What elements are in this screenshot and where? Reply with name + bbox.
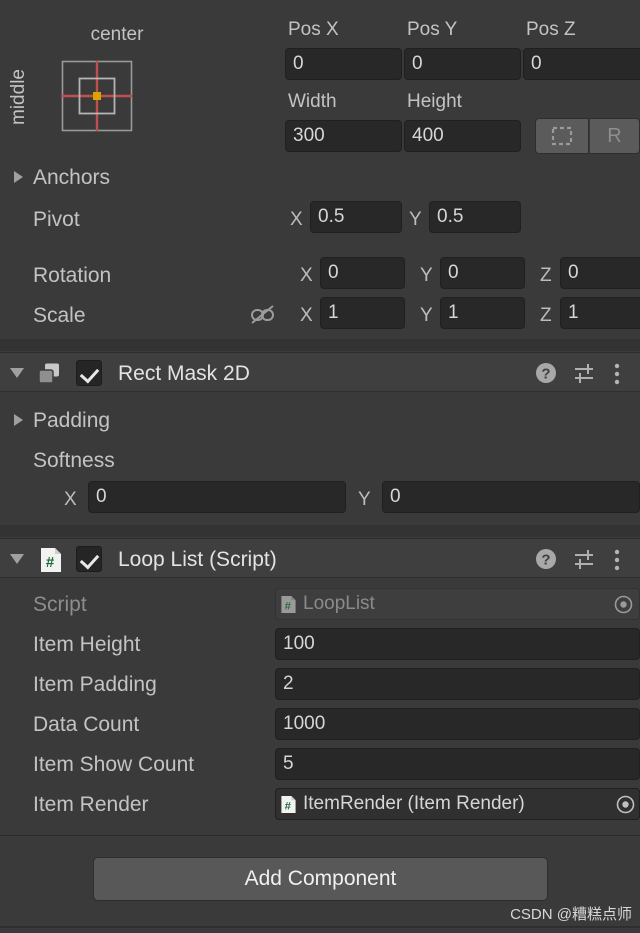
rotation-x-input[interactable]: 0 — [320, 257, 405, 289]
section-divider — [0, 525, 640, 537]
softness-y-axis-label: Y — [358, 489, 371, 510]
pos-x-label: Pos X — [288, 19, 339, 40]
loop-list-title: Loop List (Script) — [118, 548, 277, 571]
preset-settings-icon[interactable] — [573, 549, 597, 571]
context-menu-icon[interactable] — [613, 363, 621, 385]
scale-x-axis-label: X — [300, 305, 313, 326]
width-label: Width — [288, 91, 337, 112]
pivot-y-input[interactable]: 0.5 — [429, 201, 521, 233]
softness-label: Softness — [33, 449, 115, 472]
rotation-label: Rotation — [33, 264, 112, 287]
softness-x-input[interactable]: 0 — [88, 481, 346, 513]
add-component-button[interactable]: Add Component — [93, 857, 548, 901]
scale-z-input[interactable]: 1 — [560, 297, 640, 329]
svg-text:?: ? — [541, 552, 550, 569]
svg-text:?: ? — [541, 366, 550, 383]
anchors-label[interactable]: Anchors — [33, 167, 110, 188]
rotation-z-input[interactable]: 0 — [560, 257, 640, 289]
svg-text:#: # — [46, 554, 55, 571]
item-render-label: Item Render — [33, 793, 149, 816]
rect-mask-2d-header[interactable]: Rect Mask 2D ? — [0, 352, 640, 392]
constrain-proportions-off-icon[interactable] — [248, 302, 278, 328]
script-object-value: LoopList — [303, 593, 375, 614]
item-show-count-label: Item Show Count — [33, 753, 195, 776]
item-render-object-value: ItemRender (Item Render) — [303, 793, 525, 814]
help-icon[interactable]: ? — [534, 547, 558, 571]
anchor-preset-vertical-label: middle — [7, 69, 29, 125]
loop-list-enabled-checkbox[interactable] — [76, 546, 102, 572]
loop-list-foldout-arrow-icon[interactable] — [10, 554, 24, 564]
item-height-input[interactable]: 100 — [275, 628, 640, 660]
rect-transform-section: center middle Pos X Pos Y Pos Z 0 0 0 Wi… — [0, 0, 640, 338]
pivot-y-axis-label: Y — [409, 209, 422, 230]
data-count-label: Data Count — [33, 713, 140, 736]
anchors-foldout-arrow-icon[interactable] — [14, 171, 23, 183]
scale-y-input[interactable]: 1 — [440, 297, 525, 329]
pos-z-input[interactable]: 0 — [523, 48, 640, 80]
pos-z-label: Pos Z — [526, 19, 576, 40]
pivot-x-axis-label: X — [290, 209, 303, 230]
data-count-input[interactable]: 1000 — [275, 708, 640, 740]
scale-x-input[interactable]: 1 — [320, 297, 405, 329]
dashed-rect-icon — [551, 126, 573, 146]
anchor-preset-diagram-icon — [61, 60, 133, 132]
scale-y-axis-label: Y — [420, 305, 433, 326]
height-label: Height — [407, 91, 462, 112]
item-show-count-input[interactable]: 5 — [275, 748, 640, 780]
script-object-field: # LoopList — [275, 588, 640, 620]
scale-label: Scale — [33, 304, 86, 327]
svg-text:#: # — [285, 800, 292, 812]
item-padding-label: Item Padding — [33, 673, 157, 696]
object-picker-icon[interactable] — [616, 795, 635, 814]
pivot-label: Pivot — [33, 208, 80, 231]
footer-divider — [0, 835, 640, 836]
svg-text:#: # — [285, 600, 292, 612]
rect-mask-header-icons: ? — [520, 361, 640, 385]
pos-y-label: Pos Y — [407, 19, 458, 40]
item-padding-input[interactable]: 2 — [275, 668, 640, 700]
anchor-preset-horizontal-label: center — [90, 24, 144, 45]
rotation-z-axis-label: Z — [540, 265, 552, 286]
object-picker-icon[interactable] — [614, 595, 633, 614]
item-render-object-field[interactable]: # ItemRender (Item Render) — [275, 788, 640, 820]
blueprint-mode-button[interactable] — [535, 118, 589, 154]
context-menu-icon[interactable] — [613, 549, 621, 571]
csharp-script-icon: # — [281, 595, 296, 613]
pos-y-input[interactable]: 0 — [404, 48, 521, 80]
watermark-text: CSDN @糟糕点师 — [510, 906, 632, 923]
scale-z-axis-label: Z — [540, 305, 552, 326]
rotation-y-input[interactable]: 0 — [440, 257, 525, 289]
padding-foldout-arrow-icon[interactable] — [14, 414, 23, 426]
rect-mask-2d-title: Rect Mask 2D — [118, 362, 250, 385]
unity-inspector-panel: center middle Pos X Pos Y Pos Z 0 0 0 Wi… — [0, 0, 640, 933]
pivot-x-input[interactable]: 0.5 — [310, 201, 402, 233]
csharp-script-icon: # — [41, 548, 61, 572]
rotation-y-axis-label: Y — [420, 265, 433, 286]
rect-mask-foldout-arrow-icon[interactable] — [10, 368, 24, 378]
preset-settings-icon[interactable] — [573, 363, 597, 385]
anchor-preset-widget[interactable]: center middle — [8, 8, 280, 148]
pos-x-input[interactable]: 0 — [285, 48, 402, 80]
softness-y-input[interactable]: 0 — [382, 481, 640, 513]
raw-edit-mode-button[interactable]: R — [589, 118, 640, 154]
rect-mask-2d-component-icon — [38, 363, 59, 384]
help-icon[interactable]: ? — [534, 361, 558, 385]
script-field-label: Script — [33, 593, 87, 616]
rect-mask-2d-enabled-checkbox[interactable] — [76, 360, 102, 386]
width-input[interactable]: 300 — [285, 120, 402, 152]
section-divider — [0, 339, 640, 351]
item-height-label: Item Height — [33, 633, 141, 656]
padding-label[interactable]: Padding — [33, 409, 110, 433]
loop-list-header-icons: ? — [520, 547, 640, 571]
bottom-divider — [0, 926, 640, 928]
csharp-script-icon: # — [281, 795, 296, 813]
rotation-x-axis-label: X — [300, 265, 313, 286]
loop-list-header[interactable]: # Loop List (Script) ? — [0, 538, 640, 578]
height-input[interactable]: 400 — [404, 120, 521, 152]
softness-x-axis-label: X — [64, 489, 77, 510]
